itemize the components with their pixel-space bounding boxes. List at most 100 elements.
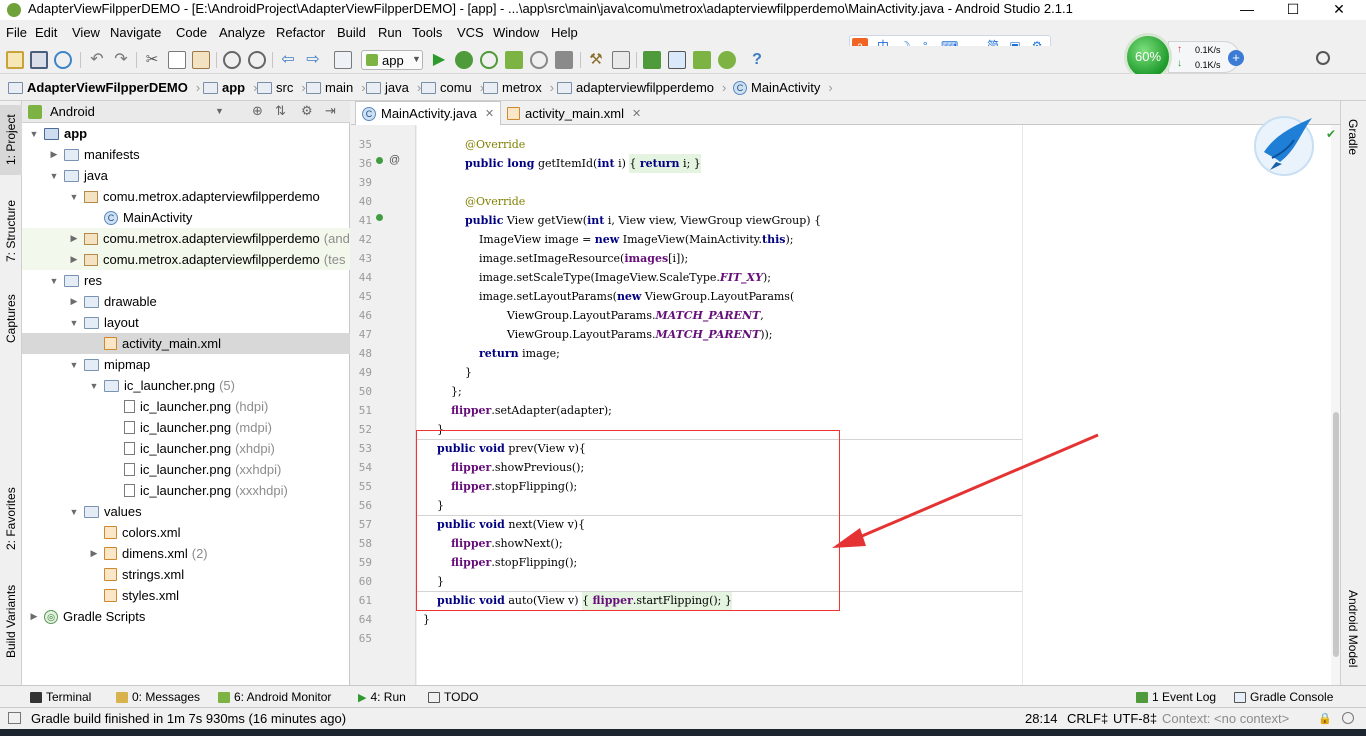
scroll-from-source-icon[interactable]: ⊕ (252, 103, 263, 119)
breadcrumb-item-class[interactable]: C MainActivity › (733, 80, 833, 95)
tab-structure[interactable]: 7: Structure (0, 191, 22, 271)
collapsed-arrow-icon[interactable]: ▶ (68, 296, 80, 307)
tab-event-log[interactable]: 1 Event Log (1136, 690, 1216, 704)
chevron-down-icon[interactable]: ▼ (215, 106, 224, 116)
tree-item[interactable]: activity_main.xml (22, 333, 350, 354)
breadcrumb-item-package[interactable]: adapterviewfilpperdemo › (557, 80, 726, 95)
tree-item[interactable]: ▼ ic_launcher.png (5) (22, 375, 350, 396)
tree-item[interactable]: ▶ comu.metrox.adapterviewfilpperdemo (tes (22, 249, 350, 270)
tree-item[interactable]: ic_launcher.png (mdpi) (22, 417, 350, 438)
run-config-select[interactable]: app ▼ (361, 50, 423, 70)
tree-item[interactable]: ▼ app (22, 123, 350, 144)
editor-scrollbar-thumb[interactable] (1333, 412, 1339, 657)
save-all-icon[interactable] (30, 51, 48, 69)
collapsed-arrow-icon[interactable]: ▶ (88, 548, 100, 559)
sync-gradle-icon[interactable] (643, 51, 661, 69)
undo-icon[interactable]: ↶ (88, 51, 106, 69)
tree-item[interactable]: ▶ drawable (22, 291, 350, 312)
back-icon[interactable]: ⇦ (279, 51, 297, 69)
expanded-arrow-icon[interactable]: ▼ (68, 507, 80, 517)
run-icon[interactable]: ▶ (430, 51, 448, 69)
menu-tools[interactable]: Tools (412, 25, 442, 40)
tree-item[interactable]: ic_launcher.png (xxxhdpi) (22, 480, 350, 501)
menu-navigate[interactable]: Navigate (110, 25, 161, 40)
gear-icon[interactable]: ⚙ (301, 103, 313, 119)
menu-build[interactable]: Build (337, 25, 366, 40)
tree-item[interactable]: ▶ comu.metrox.adapterviewfilpperdemo (and (22, 228, 350, 249)
tab-messages[interactable]: 0: Messages (116, 690, 200, 704)
tab-terminal[interactable]: Terminal (30, 690, 91, 704)
collapsed-arrow-icon[interactable]: ▶ (68, 254, 80, 265)
redo-icon[interactable]: ↷ (112, 51, 130, 69)
breadcrumb-item-java[interactable]: java › (366, 80, 421, 95)
tree-item[interactable]: ▼ res (22, 270, 350, 291)
breadcrumb-item-app[interactable]: app › (203, 80, 257, 95)
collapsed-arrow-icon[interactable]: ▶ (48, 149, 60, 160)
expanded-arrow-icon[interactable]: ▼ (68, 360, 80, 370)
tree-item[interactable]: C MainActivity (22, 207, 350, 228)
search-everywhere-icon[interactable] (1316, 51, 1330, 65)
menu-edit[interactable]: Edit (35, 25, 57, 40)
android-device-monitor-icon[interactable] (718, 51, 736, 69)
tab-android-model[interactable]: Android Model (1342, 579, 1364, 679)
paste-icon[interactable] (192, 51, 210, 69)
find-icon[interactable] (223, 51, 241, 69)
menu-window[interactable]: Window (493, 25, 539, 40)
expanded-arrow-icon[interactable]: ▼ (68, 318, 80, 328)
expanded-arrow-icon[interactable]: ▼ (48, 276, 60, 286)
tree-item[interactable]: ▼ java (22, 165, 350, 186)
close-tab-icon[interactable]: ✕ (485, 107, 494, 120)
plus-icon[interactable]: + (1228, 50, 1244, 66)
tab-gradle[interactable]: Gradle (1342, 107, 1364, 167)
menu-analyze[interactable]: Analyze (219, 25, 265, 40)
tree-item[interactable]: ▶ manifests (22, 144, 350, 165)
tool-windows-icon[interactable] (8, 712, 21, 724)
collapse-all-icon[interactable]: ⇅ (275, 103, 286, 119)
sync-icon[interactable] (54, 51, 72, 69)
breadcrumb-item-project[interactable]: AdapterViewFilpperDEMO › (8, 80, 200, 95)
tab-favorites[interactable]: 2: Favorites (0, 479, 22, 559)
line-separator[interactable]: CRLF‡ (1067, 711, 1108, 726)
tab-project[interactable]: 1: Project (0, 105, 22, 175)
menu-run[interactable]: Run (378, 25, 402, 40)
open-folder-icon[interactable] (6, 51, 24, 69)
breadcrumb-item-main[interactable]: main › (306, 80, 366, 95)
tab-run[interactable]: ▶ 4: Run (358, 690, 406, 704)
tree-item[interactable]: ▶ ◎ Gradle Scripts (22, 606, 350, 627)
expanded-arrow-icon[interactable]: ▼ (28, 129, 40, 139)
collapsed-arrow-icon[interactable]: ▶ (68, 233, 80, 244)
close-tab-icon[interactable]: ✕ (632, 107, 641, 120)
tree-item[interactable]: styles.xml (22, 585, 350, 606)
copy-icon[interactable] (168, 51, 186, 69)
override-marker-icon[interactable] (376, 214, 383, 221)
inspector-icon[interactable] (1342, 712, 1354, 724)
replace-icon[interactable] (248, 51, 266, 69)
expanded-arrow-icon[interactable]: ▼ (48, 171, 60, 181)
breadcrumb-item-comu[interactable]: comu › (421, 80, 484, 95)
forward-icon[interactable]: ⇨ (304, 51, 322, 69)
menu-refactor[interactable]: Refactor (276, 25, 325, 40)
file-encoding[interactable]: UTF-8‡ (1113, 711, 1157, 726)
cursor-position[interactable]: 28:14 (1025, 711, 1058, 726)
minimize-button[interactable]: — (1224, 0, 1270, 20)
android-run-icon[interactable] (505, 51, 523, 69)
tree-item[interactable]: ▼ mipmap (22, 354, 350, 375)
tree-item[interactable]: ▼ comu.metrox.adapterviewfilpperdemo (22, 186, 350, 207)
sdk-manager-icon[interactable] (612, 51, 630, 69)
menu-help[interactable]: Help (551, 25, 578, 40)
menu-file[interactable]: File (6, 25, 27, 40)
expanded-arrow-icon[interactable]: ▼ (68, 192, 80, 202)
debug-icon[interactable] (455, 51, 473, 69)
lock-icon[interactable]: 🔒 (1318, 712, 1332, 725)
tree-item[interactable]: ▶ dimens.xml (2) (22, 543, 350, 564)
close-button[interactable]: ✕ (1316, 0, 1362, 20)
menu-vcs[interactable]: VCS (457, 25, 484, 40)
tab-build-variants[interactable]: Build Variants (0, 576, 22, 666)
tab-todo[interactable]: TODO (428, 690, 478, 704)
project-view-select[interactable]: Android (50, 104, 95, 119)
tree-item[interactable]: ic_launcher.png (xxhdpi) (22, 459, 350, 480)
make-project-icon[interactable] (334, 51, 352, 69)
tree-item[interactable]: ic_launcher.png (xhdpi) (22, 438, 350, 459)
override-marker-icon[interactable] (376, 157, 383, 164)
maximize-button[interactable]: ☐ (1270, 0, 1316, 20)
